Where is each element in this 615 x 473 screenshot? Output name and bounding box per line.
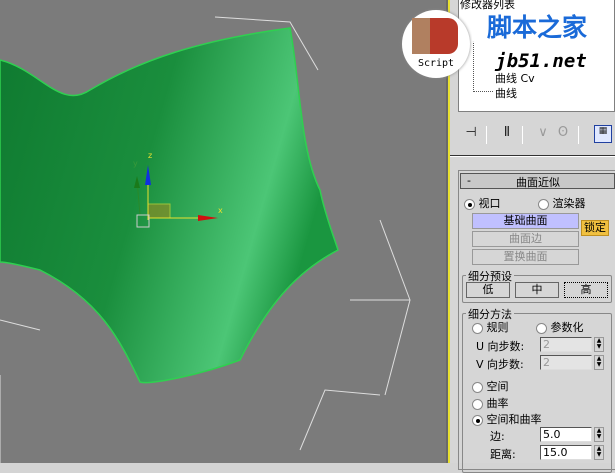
watermark-site-url: jb51.net bbox=[478, 50, 604, 72]
radio-spatial-curvature[interactable]: 空间和曲率 bbox=[472, 411, 542, 427]
edge-spinner[interactable]: 5.0 ▲ ▼ bbox=[540, 427, 604, 442]
collapse-icon: - bbox=[467, 174, 471, 187]
distance-spinner[interactable]: 15.0 ▲ ▼ bbox=[540, 445, 604, 460]
radio-viewport[interactable]: 视口 bbox=[464, 195, 501, 211]
make-unique-icon[interactable]: ∨ bbox=[534, 125, 552, 143]
axis-x-label: x bbox=[218, 206, 223, 215]
divider bbox=[450, 155, 615, 157]
rollout-title: 曲面近似 bbox=[516, 176, 560, 189]
u-steps-label: U 向步数: bbox=[476, 340, 525, 353]
watermark-site-name: 脚本之家 bbox=[472, 12, 602, 44]
rollout-header[interactable]: - 曲面近似 bbox=[460, 173, 615, 189]
surface-edge-button[interactable]: 曲面边 bbox=[472, 231, 579, 247]
distance-label: 距离: bbox=[490, 448, 516, 461]
watermark-logo: Script bbox=[402, 10, 470, 78]
edge-label: 边: bbox=[490, 430, 505, 443]
show-end-result-icon[interactable]: Ⅱ bbox=[498, 125, 516, 143]
modifier-list-title[interactable]: 修改器列表 bbox=[460, 0, 515, 12]
v-steps-label: V 向步数: bbox=[476, 358, 524, 371]
radio-parametric[interactable]: 参数化 bbox=[536, 319, 584, 335]
v-steps-spinner[interactable]: 2 ▲ ▼ bbox=[540, 355, 604, 370]
lock-button[interactable]: 锁定 bbox=[581, 220, 609, 236]
radio-spatial[interactable]: 空间 bbox=[472, 378, 509, 394]
axis-y-label: y bbox=[133, 159, 138, 168]
stack-toolbar: ⊣ Ⅱ ∨ ʘ ▦ bbox=[458, 122, 615, 148]
radio-curvature[interactable]: 曲率 bbox=[472, 395, 509, 411]
configure-sets-icon[interactable]: ▦ bbox=[594, 125, 612, 143]
pin-stack-icon[interactable]: ⊣ bbox=[462, 125, 480, 143]
remove-modifier-icon[interactable]: ʘ bbox=[554, 125, 572, 143]
stack-item[interactable]: 曲线 Cv bbox=[495, 70, 535, 86]
stack-item[interactable]: 曲线 bbox=[495, 85, 517, 101]
displacement-surface-button[interactable]: 置换曲面 bbox=[472, 249, 579, 265]
radio-regular[interactable]: 规则 bbox=[472, 319, 509, 335]
viewport[interactable]: z y x bbox=[0, 0, 448, 463]
base-surface-button[interactable]: 基础曲面 bbox=[472, 213, 579, 229]
radio-renderer[interactable]: 渲染器 bbox=[538, 195, 586, 211]
preset-medium-button[interactable]: 中 bbox=[515, 282, 559, 298]
preset-high-button[interactable]: 高 bbox=[564, 282, 608, 298]
u-steps-spinner[interactable]: 2 ▲ ▼ bbox=[540, 337, 604, 352]
viewport-scene: z y x bbox=[0, 16, 411, 463]
axis-z-label: z bbox=[148, 151, 152, 160]
preset-low-button[interactable]: 低 bbox=[466, 282, 510, 298]
